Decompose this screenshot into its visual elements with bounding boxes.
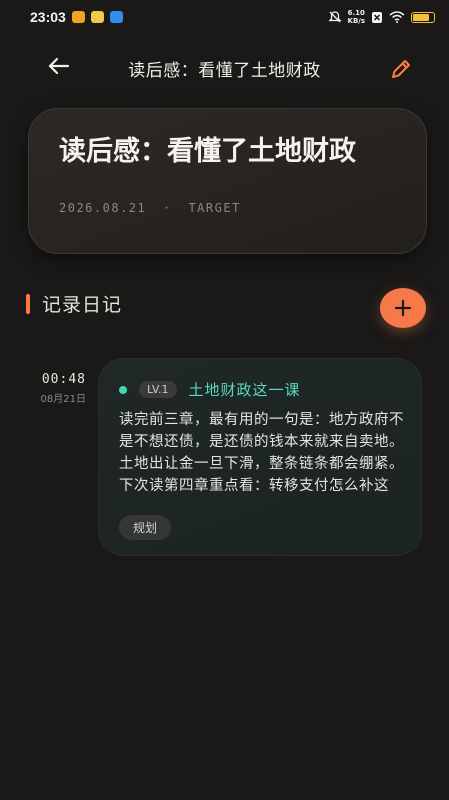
edit-button[interactable] <box>388 56 414 82</box>
no-sim-icon <box>372 11 382 23</box>
target-title: 读后感：看懂了土地财政 <box>59 136 356 167</box>
target-type: TARGET <box>188 201 241 215</box>
pencil-icon <box>392 60 410 78</box>
wifi-icon <box>389 11 405 23</box>
section-accent-bar <box>26 293 30 314</box>
entry-timestamp: 00:48 08月21日 <box>30 372 86 405</box>
section-title: 记录日记 <box>42 294 123 316</box>
target-separator: · <box>162 201 172 215</box>
entry-time: 00:48 <box>41 372 86 387</box>
level-badge: LV.1 <box>139 381 177 398</box>
notification-icon-blue <box>109 11 123 23</box>
plus-icon <box>394 299 412 317</box>
notification-icon-orange <box>71 11 85 23</box>
network-speed: 6.10 KB/s <box>348 9 365 25</box>
entry-body: 读完前三章，最有用的一句是：地方政府不是不想还债，是还债的钱本来就来自卖地。土地… <box>119 412 404 494</box>
status-time: 23:03 <box>30 9 66 25</box>
network-speed-value: 6.10 <box>347 9 365 17</box>
target-card: 读后感：看懂了土地财政 2026.08.21 · TARGET <box>28 108 427 254</box>
battery-icon <box>411 11 435 23</box>
entry-title: 土地财政这一课 <box>188 381 301 399</box>
status-right: 6.10 KB/s <box>327 9 435 25</box>
top-app-bar: 读后感：看懂了土地财政 <box>0 44 449 90</box>
entry-date: 08月21日 <box>40 394 86 405</box>
target-date: 2026.08.21 <box>59 201 147 215</box>
entry-header: LV.1 土地财政这一课 <box>119 379 301 400</box>
notification-icon-yellow <box>90 11 104 23</box>
page-title: 读后感：看懂了土地财政 <box>128 61 321 81</box>
network-speed-unit: KB/s <box>347 17 365 25</box>
mute-icon <box>327 11 342 23</box>
entry-tag[interactable]: 规划 <box>119 515 172 540</box>
status-left: 23:03 <box>30 9 123 25</box>
target-meta: 2026.08.21 · TARGET <box>59 201 241 215</box>
diary-entry-card[interactable]: LV.1 土地财政这一课 读完前三章，最有用的一句是：地方政府不是不想还债，是还… <box>98 358 422 556</box>
battery-level <box>413 13 429 21</box>
entry-status-dot <box>119 385 127 394</box>
status-bar: 23:03 6.10 KB/s <box>0 0 449 34</box>
add-diary-button[interactable] <box>380 288 426 328</box>
section-header: 记录日记 <box>26 290 122 317</box>
